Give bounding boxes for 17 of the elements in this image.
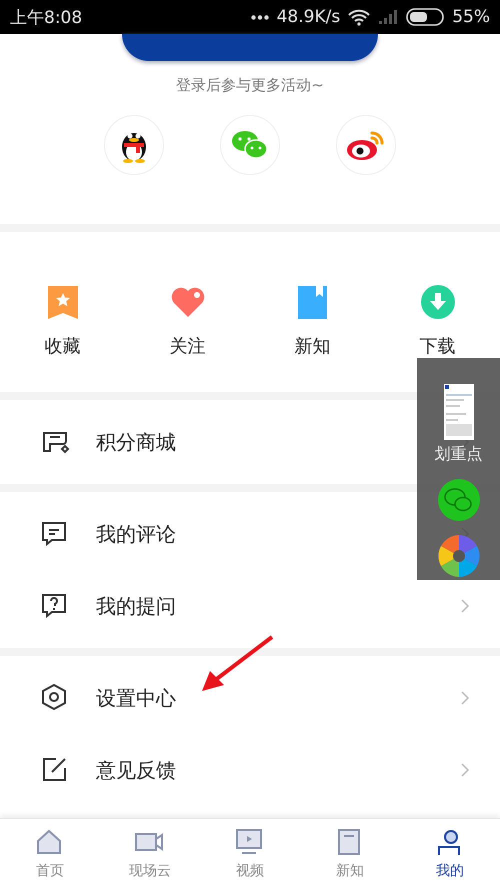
- nav-tab[interactable]: 新知: [300, 819, 400, 889]
- highlight-label[interactable]: 划重点: [434, 444, 482, 465]
- network-speed: 48.9K/s: [276, 7, 340, 27]
- nav-tab[interactable]: 首页: [0, 819, 100, 889]
- nav-tab[interactable]: 我的: [400, 819, 500, 889]
- menu-item[interactable]: 我的评论: [0, 498, 500, 570]
- shortcut-item[interactable]: 关注: [125, 284, 250, 392]
- clock-time: 上午8:08: [10, 6, 82, 28]
- shortcut-item[interactable]: 收藏: [0, 284, 125, 392]
- login-hint: 登录后参与更多活动~: [176, 76, 324, 95]
- menu-item[interactable]: 意见反馈: [0, 734, 500, 806]
- menu-item[interactable]: 设置中心: [0, 662, 500, 734]
- menu-item[interactable]: 我的提问: [0, 570, 500, 642]
- nav-tab[interactable]: 视频: [200, 819, 300, 889]
- battery-percent: 55%: [452, 7, 490, 27]
- nav-tab[interactable]: 现场云: [100, 819, 200, 889]
- shortcut-item[interactable]: 新知: [250, 284, 375, 392]
